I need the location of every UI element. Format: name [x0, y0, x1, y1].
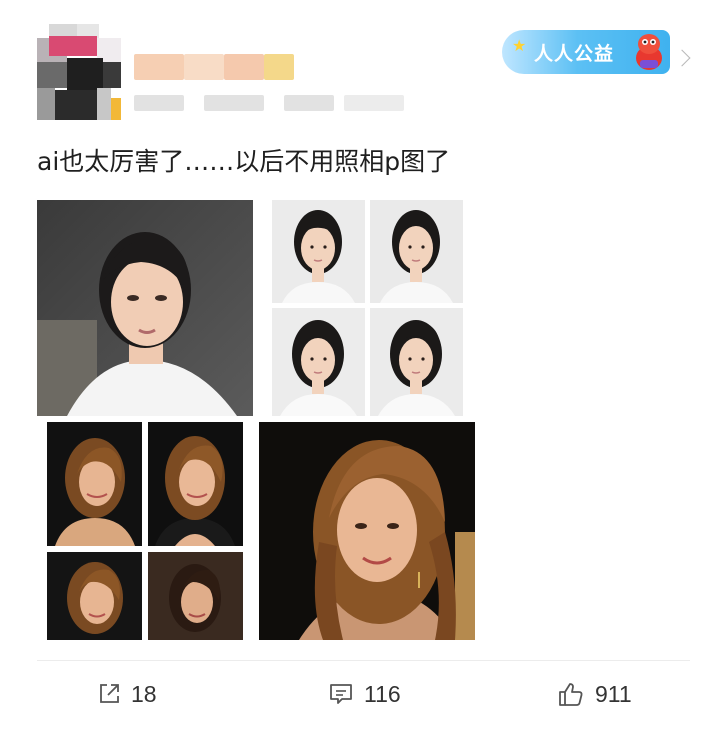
photo-5[interactable]	[370, 308, 463, 416]
comment-button[interactable]: 116	[328, 678, 401, 710]
charity-badge-label: 人人公益	[534, 43, 615, 65]
share-arrow-icon	[100, 684, 119, 703]
photo-1[interactable]	[37, 200, 253, 416]
avatar[interactable]	[37, 24, 121, 120]
photo-4[interactable]	[272, 308, 365, 416]
like-count: 911	[595, 680, 632, 707]
post-text: ai也太厉害了……以后不用照相p图了	[37, 147, 451, 176]
charity-badge[interactable]: ★ 人人公益	[502, 30, 670, 74]
repost-count: 18	[131, 680, 157, 707]
photo-3[interactable]	[370, 200, 463, 303]
photo-6[interactable]	[47, 422, 243, 640]
like-button[interactable]: 911	[557, 678, 632, 710]
thumbs-up-icon	[559, 683, 583, 706]
photo-7[interactable]	[259, 422, 475, 640]
post-meta-redacted	[134, 95, 404, 111]
photo-2[interactable]	[272, 200, 365, 303]
mascot-icon	[636, 34, 662, 70]
star-icon: ★	[512, 38, 527, 55]
repost-button[interactable]: 18	[97, 678, 157, 710]
username-redacted[interactable]	[134, 54, 294, 80]
comment-count: 116	[364, 680, 401, 707]
divider	[37, 660, 690, 661]
comment-bubble-icon	[330, 684, 352, 704]
chevron-right-icon[interactable]	[673, 49, 691, 67]
